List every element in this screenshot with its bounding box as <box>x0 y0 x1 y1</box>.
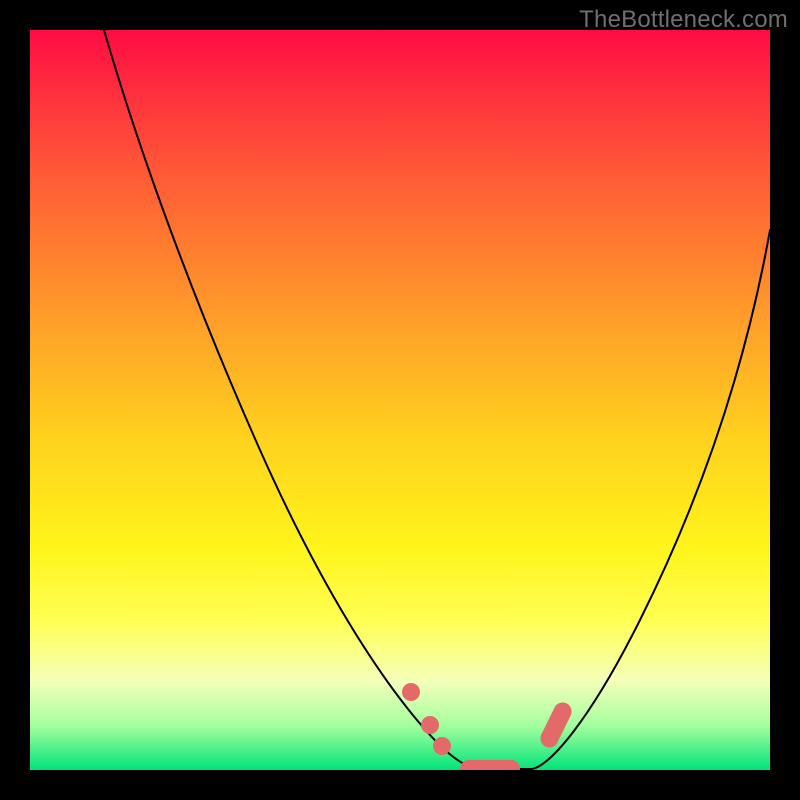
marker-pill-bottom <box>460 760 520 770</box>
plot-area <box>30 30 770 770</box>
marker-pill-right <box>537 699 574 750</box>
bottleneck-curve <box>30 30 770 770</box>
marker-dot-1 <box>402 683 420 701</box>
marker-dot-2 <box>421 716 439 734</box>
curve-left-branch <box>104 30 478 769</box>
curve-right-branch <box>532 230 770 769</box>
chart-frame: TheBottleneck.com <box>0 0 800 800</box>
marker-dot-3 <box>433 737 451 755</box>
watermark-text: TheBottleneck.com <box>579 6 788 34</box>
